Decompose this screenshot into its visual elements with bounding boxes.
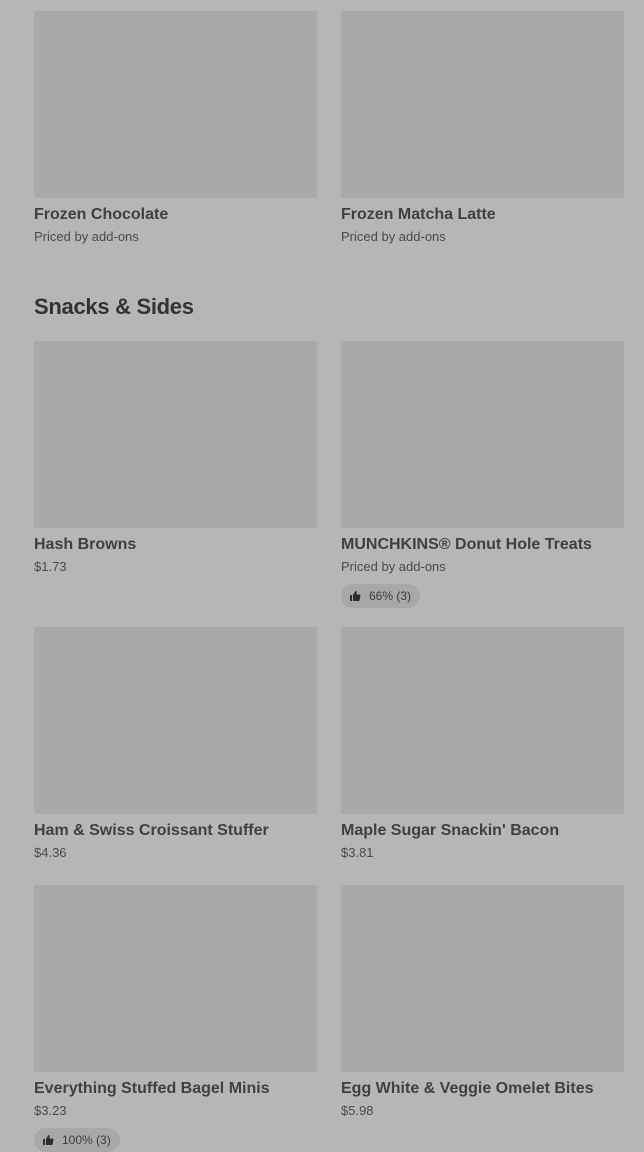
item-image [341,627,624,814]
menu-item-card[interactable]: Hash Browns $1.73 [34,341,317,575]
item-name: Everything Stuffed Bagel Minis [34,1080,270,1097]
menu-item-card[interactable]: Everything Stuffed Bagel Minis $3.23 100… [34,885,317,1152]
rating-text: 66% (3) [369,589,412,603]
menu-item-card[interactable]: Maple Sugar Snackin' Bacon $3.81 [341,627,624,861]
item-image [34,341,317,528]
item-image [341,341,624,528]
item-name: Ham & Swiss Croissant Stuffer [34,822,269,839]
menu-item-card[interactable]: Ham & Swiss Croissant Stuffer $4.36 [34,627,317,861]
item-name: Maple Sugar Snackin' Bacon [341,822,560,839]
item-image [34,627,317,814]
item-price: $3.81 [341,845,374,860]
item-price: $4.36 [34,845,67,860]
rating-text: 100% (3) [62,1133,111,1147]
section-title: Snacks & Sides [34,294,194,319]
item-price: $5.98 [341,1103,374,1118]
item-name: Egg White & Veggie Omelet Bites [341,1080,594,1097]
item-image [341,11,624,198]
item-name: MUNCHKINS® Donut Hole Treats [341,536,592,553]
item-price: Priced by add-ons [341,559,446,574]
menu-item-card[interactable]: MUNCHKINS® Donut Hole Treats Priced by a… [341,341,624,608]
menu-item-card[interactable]: Frozen Matcha Latte Priced by add-ons [341,11,624,245]
item-name: Frozen Chocolate [34,206,169,223]
item-price: $3.23 [34,1103,67,1118]
rating-badge: 66% (3) [341,584,421,608]
item-name: Hash Browns [34,536,137,553]
item-price: Priced by add-ons [341,229,446,244]
item-image [34,885,317,1072]
rating-badge: 100% (3) [34,1128,120,1152]
item-price: Priced by add-ons [34,229,139,244]
menu-item-card[interactable]: Egg White & Veggie Omelet Bites $5.98 [341,885,624,1119]
thumbs-up-icon [43,1135,54,1145]
item-image [34,11,317,198]
thumbs-up-icon [350,591,361,601]
item-image [341,885,624,1072]
menu-item-card[interactable]: Frozen Chocolate Priced by add-ons [34,11,317,245]
item-name: Frozen Matcha Latte [341,206,496,223]
item-price: $1.73 [34,559,67,574]
